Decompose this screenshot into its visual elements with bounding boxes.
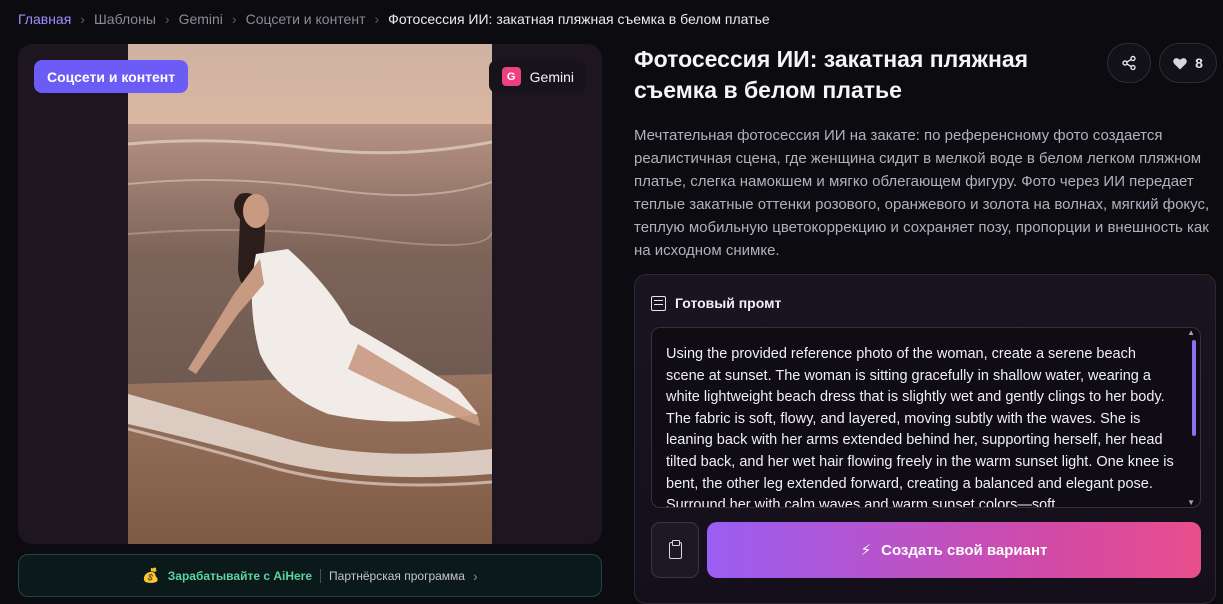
gemini-icon: G [501, 67, 521, 86]
like-button[interactable]: 8 [1159, 43, 1217, 83]
clipboard-icon [668, 539, 682, 559]
breadcrumb: Главная › Шаблоны › Gemini › Соцсети и к… [18, 10, 770, 28]
divider [320, 568, 322, 583]
model-badge: G Gemini [488, 60, 586, 93]
scrollbar-thumb[interactable] [1192, 340, 1196, 436]
share-icon [1122, 55, 1136, 71]
create-variant-label: Создать свой вариант [881, 541, 1048, 559]
prompt-text-area[interactable]: Using the provided reference photo of th… [651, 327, 1201, 508]
money-bag-icon: 💰 [142, 567, 160, 583]
template-description: Мечтательная фотосессия ИИ на закате: по… [634, 127, 1210, 259]
create-variant-button[interactable]: ⚡ Создать свой вариант [707, 522, 1201, 578]
category-badge[interactable]: Соцсети и контент [34, 60, 189, 93]
beach-photo-illustration [128, 44, 492, 544]
breadcrumb-separator: › [374, 11, 380, 27]
prompt-text: Using the provided reference photo of th… [666, 346, 1174, 508]
copy-prompt-button[interactable] [651, 522, 699, 578]
heart-icon [1173, 57, 1187, 69]
breadcrumb-category-link[interactable]: Соцсети и контент [246, 11, 366, 27]
breadcrumb-current: Фотосессия ИИ: закатная пляжная съемка в… [388, 11, 770, 27]
breadcrumb-gemini-link[interactable]: Gemini [179, 11, 223, 27]
template-preview: Соцсети и контент G Gemini [18, 44, 602, 544]
breadcrumb-home-link[interactable]: Главная [18, 11, 71, 27]
scroll-down-icon[interactable]: ▼ [1187, 498, 1195, 507]
preview-image [128, 44, 492, 544]
like-count: 8 [1195, 55, 1203, 71]
document-icon [651, 295, 666, 311]
affiliate-earn-text: Зарабатывайте с AiHere [167, 568, 313, 583]
breadcrumb-templates-link[interactable]: Шаблоны [94, 11, 156, 27]
share-button[interactable] [1107, 43, 1151, 83]
affiliate-banner[interactable]: 💰 Зарабатывайте с AiHere Партнёрская про… [18, 554, 602, 597]
prompt-heading-text: Готовый промт [675, 295, 782, 311]
breadcrumb-separator: › [231, 11, 237, 27]
breadcrumb-separator: › [80, 11, 85, 27]
page-title: Фотосессия ИИ: закатная пляжная съемка в… [634, 46, 1029, 103]
model-name: Gemini [529, 68, 574, 85]
chevron-right-icon: › [472, 567, 478, 584]
breadcrumb-separator: › [164, 11, 170, 27]
lightning-icon: ⚡ [860, 542, 872, 559]
prompt-card: Готовый промт Using the provided referen… [634, 274, 1216, 604]
scroll-up-icon[interactable]: ▲ [1187, 328, 1195, 337]
prompt-heading: Готовый промт [651, 295, 781, 311]
affiliate-program-link[interactable]: Партнёрская программа [329, 569, 465, 583]
